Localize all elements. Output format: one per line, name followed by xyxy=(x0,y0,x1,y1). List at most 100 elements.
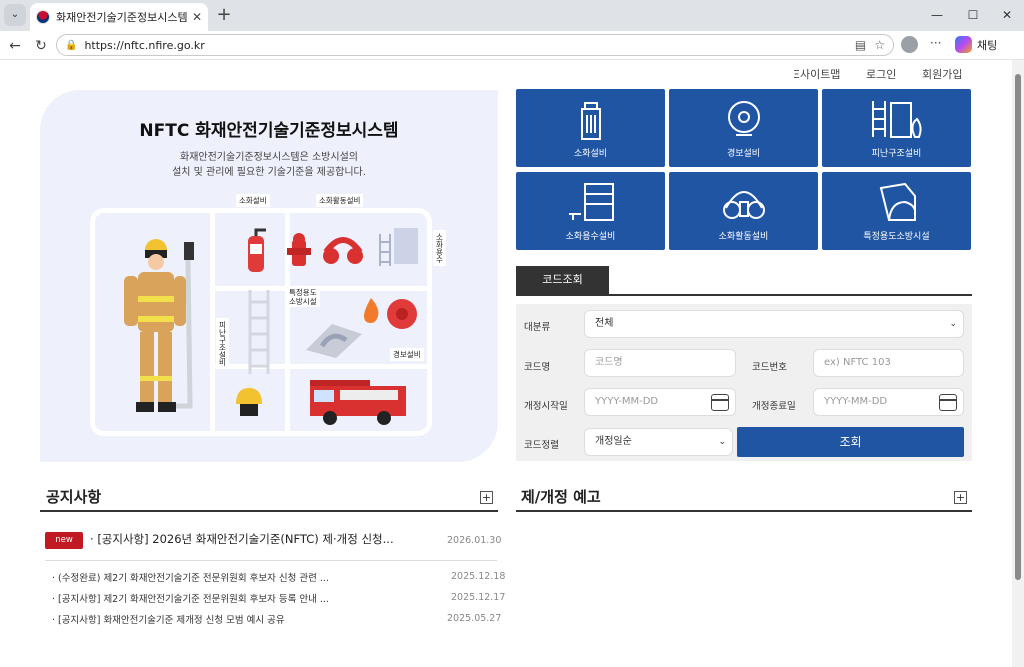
hydrant-icon xyxy=(580,102,601,140)
category-grid: 소화설비 경보설비 피난구조설비 소화용수설비 소화활동설비 특정용도소방시설 xyxy=(516,89,972,251)
notice-item-text[interactable]: (수정완료) 제2기 화재안전기술기준 전문위원회 후보자 신청 관련 ... xyxy=(58,573,329,584)
code-no-label: 코드번호 xyxy=(752,362,787,373)
hero-desc-line-2: 설치 및 관리에 필요한 기술기준을 제공합니다. xyxy=(172,167,366,178)
escape-icon xyxy=(871,101,922,138)
tag-alarm: 경보설비 xyxy=(390,348,424,361)
lock-icon: 🔒 xyxy=(65,39,78,51)
tab-code-search[interactable]: 코드조회 xyxy=(516,266,609,294)
category-select-value: 전체 xyxy=(595,318,614,329)
gas-mask-icon xyxy=(722,191,765,219)
browser-titlebar: ⌄ 화재안전기술기준정보시스템 ✕ + — ☐ ✕ xyxy=(0,0,1024,31)
favorite-star-icon[interactable]: ☆ xyxy=(874,38,885,52)
chevron-down-icon: ⌄ xyxy=(718,437,726,447)
bell-icon xyxy=(727,101,760,136)
code-no-input[interactable]: ex) NFTC 103 xyxy=(813,349,964,377)
category-label: 대분류 xyxy=(524,322,551,333)
address-bar[interactable]: 🔒 https://nftc.nfire.go.kr ▤ ☆ xyxy=(56,34,894,56)
category-water[interactable]: 소화용수설비 xyxy=(516,172,665,250)
fire-truck-illustration xyxy=(310,380,406,425)
calendar-icon[interactable] xyxy=(939,394,957,411)
category-special[interactable]: 특정용도소방시설 xyxy=(822,172,971,250)
close-tab-icon[interactable]: ✕ xyxy=(192,10,202,24)
sort-select-value: 개정일순 xyxy=(595,436,632,447)
code-name-placeholder: 코드명 xyxy=(595,357,623,368)
code-no-placeholder: ex) NFTC 103 xyxy=(824,357,891,368)
sort-select[interactable]: 개정일순 ⌄ xyxy=(584,428,733,456)
tag-rescue: 피난구조설비 xyxy=(216,318,229,369)
scrollbar-thumb[interactable] xyxy=(1015,74,1021,580)
category-label: 소화용수설비 xyxy=(565,232,616,242)
notice-item-text[interactable]: [공지사항] 제2기 화재안전기술기준 전문위원회 후보자 등록 안내 ... xyxy=(58,594,329,605)
notice-item-date: 2025.12.18 xyxy=(451,571,506,582)
flame-illustration xyxy=(364,298,379,323)
end-date-input[interactable]: YYYY-MM-DD xyxy=(813,388,964,416)
start-date-input[interactable]: YYYY-MM-DD xyxy=(584,388,736,416)
category-label: 소화설비 xyxy=(573,149,608,159)
sort-label: 코드정렬 xyxy=(524,440,559,451)
end-date-label: 개정종료일 xyxy=(752,401,796,412)
category-label: 소화활동설비 xyxy=(718,232,769,242)
code-search-form: 대분류 전체 ⌄ 코드명 코드명 코드번호 ex) NFTC 103 개정시작일… xyxy=(516,304,972,461)
category-escape[interactable]: 피난구조설비 xyxy=(822,89,971,167)
browser-tab[interactable]: 화재안전기술기준정보시스템 ✕ xyxy=(30,3,208,31)
category-activity[interactable]: 소화활동설비 xyxy=(669,172,818,250)
frame-divider xyxy=(210,286,432,291)
login-link[interactable]: 로그인 xyxy=(866,66,896,82)
category-extinguish[interactable]: 소화설비 xyxy=(516,89,665,167)
refresh-icon[interactable]: ↻ xyxy=(31,36,51,56)
hydrant-illustration xyxy=(287,233,311,266)
page-scrollbar[interactable] xyxy=(1012,60,1024,667)
search-button[interactable]: 조회 xyxy=(737,427,964,457)
code-name-input[interactable]: 코드명 xyxy=(584,349,736,377)
tag-activity: 소화활동설비 xyxy=(316,194,364,207)
tab-list-chevron-icon[interactable]: ⌄ xyxy=(4,4,26,26)
category-label: 경보설비 xyxy=(726,149,761,159)
calendar-icon[interactable] xyxy=(711,394,729,411)
notice-item[interactable]: · [공지사항] 제2기 화재안전기술기준 전문위원회 후보자 등록 안내 ..… xyxy=(52,591,329,605)
start-date-placeholder: YYYY-MM-DD xyxy=(595,396,659,407)
maximize-icon[interactable]: ☐ xyxy=(963,6,983,24)
close-window-icon[interactable]: ✕ xyxy=(997,6,1017,24)
tunnel-icon xyxy=(879,182,916,221)
tunnel-illustration xyxy=(306,324,362,358)
notice-item-date: 2025.12.17 xyxy=(451,592,506,603)
notice-more-plus-icon[interactable]: + xyxy=(480,491,493,504)
end-date-placeholder: YYYY-MM-DD xyxy=(824,396,888,407)
profile-avatar[interactable] xyxy=(901,36,918,53)
notice-main-item[interactable]: · [공지사항] 2026년 화재안전기술기준(NFTC) 제·개정 신청... xyxy=(90,531,394,547)
more-options-icon[interactable]: ··· xyxy=(930,36,941,50)
chat-button[interactable]: 채팅 xyxy=(977,37,997,53)
hero-desc-line-1: 화재안전기술기준정보시스템은 소방시설의 xyxy=(180,152,358,163)
tab-title: 화재안전기술기준정보시스템 xyxy=(56,11,188,24)
ladder-illustration xyxy=(248,290,270,374)
back-arrow-icon[interactable]: ← xyxy=(5,36,25,56)
firefighter-illustration xyxy=(124,239,194,412)
new-badge: new xyxy=(45,532,83,549)
water-tank-icon xyxy=(568,183,614,221)
revision-title: 제/개정 예고 xyxy=(521,488,601,506)
signup-link[interactable]: 회원가입 xyxy=(922,66,962,82)
copilot-icon[interactable] xyxy=(955,36,972,53)
url-text[interactable]: https://nftc.nfire.go.kr xyxy=(84,39,846,52)
revision-more-plus-icon[interactable]: + xyxy=(954,491,967,504)
notice-main-text[interactable]: [공지사항] 2026년 화재안전기술기준(NFTC) 제·개정 신청... xyxy=(97,532,393,546)
notice-item[interactable]: · [공지사항] 화재안전기술기준 제개정 신청 모범 예시 공유 xyxy=(52,612,285,626)
code-tab-underline xyxy=(516,294,972,296)
reader-mode-icon[interactable]: ▤ xyxy=(855,38,866,52)
notice-item-text[interactable]: [공지사항] 화재안전기술기준 제개정 신청 모범 예시 공유 xyxy=(58,615,285,626)
category-alarm[interactable]: 경보설비 xyxy=(669,89,818,167)
gas-mask-illustration xyxy=(323,237,363,264)
sitemap-link[interactable]: Ξ사이트맵 xyxy=(793,66,840,82)
tag-extinguish: 소화설비 xyxy=(236,194,270,207)
notice-item[interactable]: · (수정완료) 제2기 화재안전기술기준 전문위원회 후보자 신청 관련 ..… xyxy=(52,570,329,584)
bell-illustration xyxy=(387,299,417,329)
hero-description: 화재안전기술기준정보시스템은 소방시설의 설치 및 관리에 필요한 기술기준을 … xyxy=(40,150,498,180)
category-select[interactable]: 전체 ⌄ xyxy=(584,310,964,338)
notice-divider xyxy=(45,560,497,561)
new-tab-icon[interactable]: + xyxy=(214,5,234,25)
minimize-icon[interactable]: — xyxy=(927,6,947,24)
notice-item-date: 2025.05.27 xyxy=(447,613,502,624)
chevron-down-icon: ⌄ xyxy=(949,319,957,329)
frame-divider xyxy=(210,208,215,436)
page-content: Ξ사이트맵 로그인 회원가입 NFTC 화재안전기술기준정보시스템 화재안전기술… xyxy=(0,60,1024,667)
